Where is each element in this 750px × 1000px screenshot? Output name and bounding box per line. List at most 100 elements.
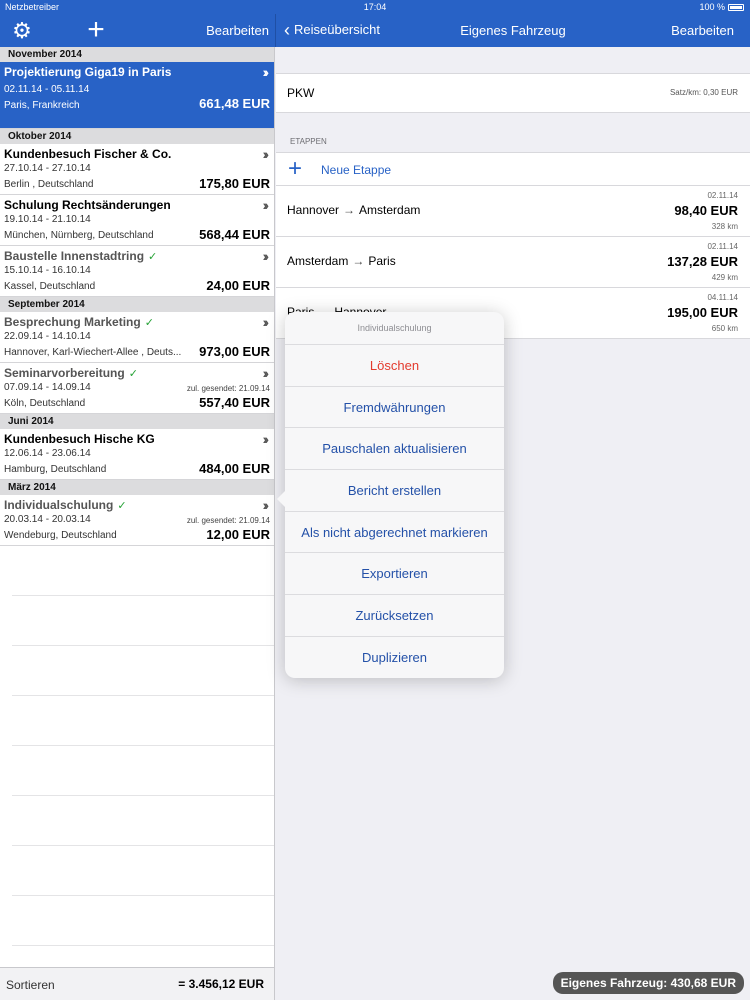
popover-item[interactable]: Zurücksetzen xyxy=(285,595,504,637)
vehicle-name: PKW xyxy=(287,86,315,100)
trip-place: Paris, Frankreich xyxy=(4,100,80,111)
stage-amount: 98,40 EUR xyxy=(674,203,738,218)
popover-item[interactable]: Als nicht abgerechnet markieren xyxy=(285,512,504,554)
trip-title-text: Schulung Rechtsänderungen xyxy=(4,198,171,212)
plus-icon: + xyxy=(288,155,303,182)
sent-date: zul. gesendet: 21.09.14 xyxy=(186,384,270,393)
trip-title-text: Besprechung Marketing xyxy=(4,315,141,329)
stage-row[interactable]: Amsterdam → Paris 02.11.14 137,28 EUR 429 … xyxy=(276,237,750,288)
right-edit-button[interactable]: Bearbeiten xyxy=(671,23,734,38)
trip-dates: 15.10.14 - 16.10.14 xyxy=(4,265,91,276)
stage-from: Amsterdam xyxy=(287,254,349,268)
empty-rows xyxy=(0,546,274,967)
trip-dates: 27.10.14 - 27.10.14 xyxy=(4,163,91,174)
trip-row[interactable]: Baustelle Innenstadtring ✓ ›› 15.10.14 - … xyxy=(0,246,274,297)
popover-item[interactable]: Bericht erstellen xyxy=(285,470,504,512)
trip-row[interactable]: Besprechung Marketing ✓ ›› 22.09.14 - 14.… xyxy=(0,312,274,363)
empty-row xyxy=(12,946,274,967)
stage-from: Hannover xyxy=(287,203,340,217)
sort-button[interactable]: Sortieren xyxy=(6,978,55,992)
empty-row xyxy=(12,746,274,796)
trip-title: Baustelle Innenstadtring ✓ xyxy=(4,249,157,263)
gear-icon[interactable]: ⚙ xyxy=(11,20,33,42)
stage-to: Paris xyxy=(368,254,396,268)
double-chevron-icon[interactable]: ›› xyxy=(263,146,270,162)
double-chevron-icon[interactable]: ›› xyxy=(263,314,270,330)
double-chevron-icon[interactable]: ›› xyxy=(263,365,270,381)
arrow-right-icon: → xyxy=(352,254,365,268)
trip-row[interactable]: Seminarvorbereitung ✓ ›› 07.09.14 - 14.09… xyxy=(0,363,274,414)
double-chevron-icon[interactable]: ›› xyxy=(263,497,270,513)
trip-title: Schulung Rechtsänderungen xyxy=(4,198,171,212)
total-amount: = 3.456,12 EUR xyxy=(178,977,264,991)
trip-amount: 484,00 EUR xyxy=(199,461,270,476)
trip-title: Kundenbesuch Hische KG xyxy=(4,432,155,446)
clock: 17:04 xyxy=(363,2,387,12)
battery-percent: 100 % xyxy=(699,2,725,12)
stage-route: Hannover → Amsterdam xyxy=(287,203,420,217)
new-stage-button[interactable]: + Neue Etappe xyxy=(276,153,750,186)
section-header: März 2014 xyxy=(0,480,274,495)
section-header: Oktober 2014 xyxy=(0,129,274,144)
trip-row[interactable]: Projektierung Giga19 in Paris ›› 02.11.1… xyxy=(0,62,274,129)
trip-row[interactable]: Kundenbesuch Fischer & Co. ›› 27.10.14 -… xyxy=(0,144,274,195)
stage-amount: 137,28 EUR xyxy=(667,254,738,269)
empty-row xyxy=(12,596,274,646)
check-icon: ✓ xyxy=(128,368,138,380)
trip-place: Berlin , Deutschland xyxy=(4,179,94,190)
left-navbar: ⚙ + Bearbeiten xyxy=(0,14,275,47)
trip-amount: 973,00 EUR xyxy=(199,344,270,359)
double-chevron-icon[interactable]: ›› xyxy=(263,431,270,447)
trip-dates: 20.03.14 - 20.03.14 xyxy=(4,514,91,525)
trip-title-text: Kundenbesuch Fischer & Co. xyxy=(4,147,172,161)
trip-title-text: Seminarvorbereitung xyxy=(4,366,125,380)
popover-item[interactable]: Duplizieren xyxy=(285,637,504,679)
trip-place: München, Nürnberg, Deutschland xyxy=(4,230,154,241)
stage-date: 02.11.14 xyxy=(707,242,738,251)
stages-list: + Neue Etappe Hannover → Amsterdam 02.11.1… xyxy=(276,152,750,339)
double-chevron-icon[interactable]: ›› xyxy=(263,64,270,80)
left-edit-button[interactable]: Bearbeiten xyxy=(206,23,269,38)
vehicle-row[interactable]: PKW Satz/km: 0,30 EUR xyxy=(276,73,750,113)
section-header: Juni 2014 xyxy=(0,414,274,429)
popover-item[interactable]: Löschen xyxy=(285,345,504,387)
right-navbar: Eigenes Fahrzeug ‹ Reiseübersicht Bearbe… xyxy=(276,14,750,47)
trip-amount: 661,48 EUR xyxy=(199,96,270,111)
trip-row[interactable]: Individualschulung ✓ ›› 20.03.14 - 20.03.… xyxy=(0,495,274,546)
summary-badge: Eigenes Fahrzeug: 430,68 EUR xyxy=(552,972,744,994)
check-icon: ✓ xyxy=(148,251,158,263)
arrow-right-icon: → xyxy=(343,203,356,217)
popover-item[interactable]: Pauschalen aktualisieren xyxy=(285,428,504,471)
trip-place: Wendeburg, Deutschland xyxy=(4,530,117,541)
stage-km: 429 km xyxy=(711,273,738,282)
double-chevron-icon[interactable]: ›› xyxy=(263,197,270,213)
empty-row xyxy=(12,696,274,746)
battery-indicator: 100 % xyxy=(699,2,744,12)
trip-title-text: Projektierung Giga19 in Paris xyxy=(4,65,172,79)
sent-date: zul. gesendet: 21.09.14 xyxy=(186,516,270,525)
stage-date: 02.11.14 xyxy=(707,191,738,200)
trip-title: Besprechung Marketing ✓ xyxy=(4,315,154,329)
empty-row xyxy=(12,546,274,596)
popover-item[interactable]: Exportieren xyxy=(285,553,504,596)
trip-dates: 22.09.14 - 14.10.14 xyxy=(4,331,91,342)
status-bar: Netzbetreiber 17:04 100 % xyxy=(0,0,750,14)
trip-title: Individualschulung ✓ xyxy=(4,498,127,512)
add-trip-button[interactable]: + xyxy=(84,15,108,45)
trip-row[interactable]: Schulung Rechtsänderungen ›› 19.10.14 - … xyxy=(0,195,274,246)
trip-place: Kassel, Deutschland xyxy=(4,281,96,292)
chevron-left-icon: ‹ xyxy=(284,19,290,40)
stage-date: 04.11.14 xyxy=(707,293,738,302)
back-button[interactable]: ‹ Reiseübersicht xyxy=(284,19,380,40)
trip-amount: 568,44 EUR xyxy=(199,227,270,242)
trip-list: November 2014 Projektierung Giga19 in Pa… xyxy=(0,47,275,967)
trip-title-text: Individualschulung xyxy=(4,498,114,512)
popover-title: Individualschulung xyxy=(285,312,504,345)
double-chevron-icon[interactable]: ›› xyxy=(263,248,270,264)
popover-item[interactable]: Fremdwährungen xyxy=(285,387,504,429)
stage-row[interactable]: Hannover → Amsterdam 02.11.14 98,40 EUR 32… xyxy=(276,186,750,237)
trip-place: Köln, Deutschland xyxy=(4,398,86,409)
new-stage-label: Neue Etappe xyxy=(321,163,392,177)
trip-amount: 24,00 EUR xyxy=(206,278,270,293)
trip-row[interactable]: Kundenbesuch Hische KG ›› 12.06.14 - 23.… xyxy=(0,429,274,480)
